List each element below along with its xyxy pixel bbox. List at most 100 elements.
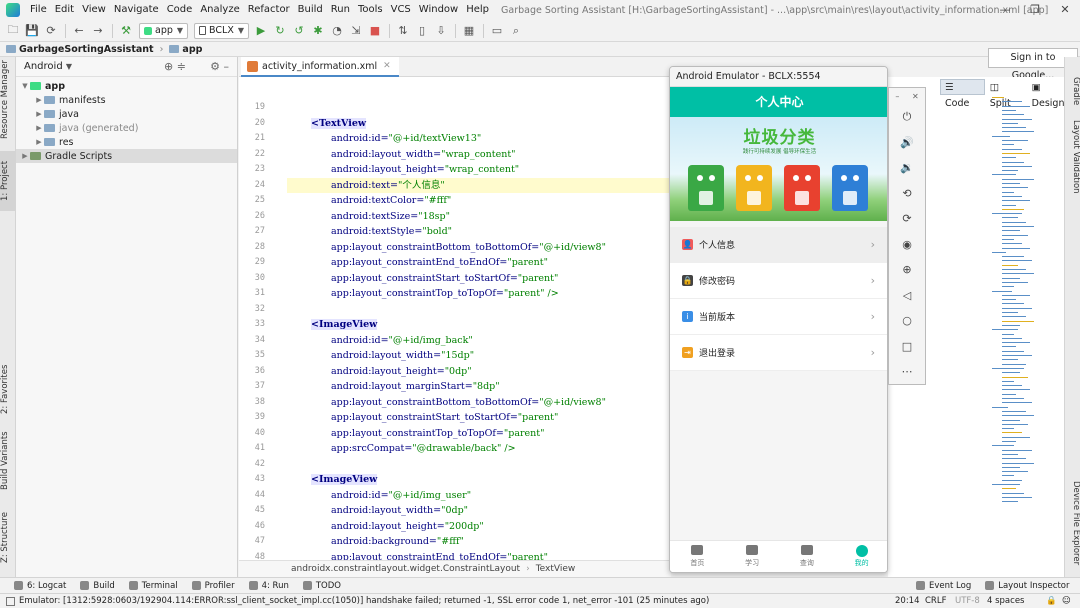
tool--logcat[interactable]: 6: Logcat (14, 581, 66, 591)
nav-search[interactable]: 查询 (780, 541, 835, 572)
code-minimap[interactable] (992, 97, 1040, 517)
code-line[interactable] (287, 302, 671, 317)
code-line[interactable]: app:layout_constraintEnd_toEndOf="parent… (287, 255, 671, 270)
save-all-icon[interactable]: 💾 (23, 22, 41, 40)
tab-favorites[interactable]: 2: Favorites (0, 357, 16, 421)
lock-icon[interactable]: 🔒 (1046, 596, 1057, 606)
sync-icon[interactable]: ⟳ (42, 22, 60, 40)
tab-build-variants[interactable]: Build Variants (0, 431, 16, 491)
nav-learn[interactable]: 学习 (725, 541, 780, 572)
view-mode-split[interactable]: ◫ Split (985, 79, 1027, 109)
home-icon[interactable]: ○ (889, 308, 925, 334)
gear-icon[interactable]: ⚙ – (210, 60, 229, 73)
tab-resource-manager[interactable]: Resource Manager (0, 60, 16, 139)
back-icon[interactable]: ◁ (889, 283, 925, 309)
close-icon[interactable]: ✕ (912, 92, 919, 101)
open-folder-icon[interactable]: 🗀 (4, 22, 22, 40)
tool-profiler[interactable]: Profiler (191, 581, 235, 591)
close-window-icon[interactable]: ✕ (1050, 0, 1080, 20)
tab-structure[interactable]: Z: Structure (0, 509, 16, 567)
file-encoding[interactable]: UTF-8 (955, 596, 980, 606)
code-line[interactable]: android:layout_width="15dp" (287, 348, 671, 363)
chevron-right-icon[interactable]: ▶ (34, 110, 44, 118)
footer-parent-tag[interactable]: androidx.constraintlayout.widget.Constra… (291, 564, 520, 574)
code-line[interactable] (287, 100, 671, 115)
code-line[interactable]: android:id="@+id/img_back" (287, 333, 671, 348)
tool-layout-inspector[interactable]: Layout Inspector (985, 581, 1069, 591)
code-line[interactable]: android:layout_height="0dp" (287, 364, 671, 379)
footer-child-tag[interactable]: TextView (536, 564, 576, 574)
close-icon[interactable]: ✕ (383, 61, 391, 71)
volume-down-icon[interactable]: 🔉 (889, 155, 925, 181)
code-line[interactable]: app:layout_constraintBottom_toBottomOf="… (287, 240, 671, 255)
back-arrow-icon[interactable]: ← (70, 22, 88, 40)
tab-activity-information[interactable]: activity_information.xml ✕ (241, 57, 399, 77)
menu-navigate[interactable]: Navigate (110, 0, 163, 20)
menu-view[interactable]: View (78, 0, 110, 20)
minimize-icon[interactable]: – (895, 92, 899, 101)
code-line[interactable]: android:textStyle="bold" (287, 224, 671, 239)
menu-row-logout[interactable]: ⇥ 退出登录 › (670, 335, 887, 371)
stop-icon[interactable]: ■ (366, 22, 384, 40)
menu-row-user-info[interactable]: 👤 个人信息 › (670, 227, 887, 263)
zoom-icon[interactable]: ⊕ (889, 257, 925, 283)
code-line[interactable]: android:id="@+id/img_user" (287, 488, 671, 503)
menu-code[interactable]: Code (163, 0, 197, 20)
menu-tools[interactable]: Tools (354, 0, 387, 20)
code-line[interactable]: <ImageView (287, 472, 671, 487)
code-line[interactable]: app:layout_constraintEnd_toEndOf="parent… (287, 550, 671, 561)
overview-icon[interactable]: □ (889, 334, 925, 360)
chevron-down-icon[interactable]: ▼ (20, 82, 30, 90)
gradle-sync-icon[interactable]: ⇅ (394, 22, 412, 40)
code-editor[interactable]: 19 20 21 22 23 24 25 26 27 28 29 30 31 32 33 34 35 36 37 38… (239, 77, 671, 560)
menu-vcs[interactable]: VCS (387, 0, 415, 20)
tree-item-gradle-scripts[interactable]: ▶ Gradle Scripts (16, 149, 237, 163)
code-line[interactable]: android:id="@+id/textView13" (287, 131, 671, 146)
tree-item-res[interactable]: ▶ res (16, 135, 237, 149)
tool--run[interactable]: 4: Run (248, 581, 289, 591)
tree-item-java-generated-[interactable]: ▶ java (generated) (16, 121, 237, 135)
tool-event-log[interactable]: Event Log (916, 581, 971, 591)
caret-position[interactable]: 20:14 (895, 596, 920, 606)
code-area[interactable]: <TextView android:id="@+id/textView13" and… (287, 77, 671, 560)
code-line[interactable]: android:background="#fff" (287, 534, 671, 549)
tool-todo[interactable]: TODO (302, 581, 341, 591)
code-line[interactable]: app:layout_constraintStart_toStartOf="pa… (287, 271, 671, 286)
menu-build[interactable]: Build (294, 0, 327, 20)
camera-icon[interactable]: ◉ (889, 232, 925, 258)
nav-mine[interactable]: 我的 (834, 541, 887, 572)
line-separator[interactable]: CRLF (925, 596, 946, 606)
debug-icon[interactable]: ✱ (309, 22, 327, 40)
code-line[interactable]: <ImageView (287, 317, 671, 332)
phone-screen[interactable]: 个人中心 垃圾分类 践行可持续发展 倡导环保生活 👤 个人信息 › 🔒 修改密码 › i 当前… (670, 87, 887, 572)
tab-device-file-explorer[interactable]: Device File Explorer (1065, 481, 1080, 565)
scope-options-icon[interactable]: ⊕ ≑ (164, 60, 186, 73)
code-line[interactable]: app:layout_constraintTop_toTopOf="parent… (287, 426, 671, 441)
tab-layout-validation[interactable]: Layout Validation (1065, 119, 1080, 195)
run-configuration-select[interactable]: app ▼ (139, 22, 189, 39)
code-line[interactable] (287, 457, 671, 472)
search-icon[interactable]: ⌕ (507, 22, 525, 40)
volume-up-icon[interactable]: 🔊 (889, 130, 925, 156)
tool-build[interactable]: Build (80, 581, 115, 591)
notifications-icon[interactable]: ☺ (1062, 596, 1071, 606)
build-hammer-icon[interactable]: ⚒ (117, 22, 135, 40)
chevron-right-icon[interactable]: ▶ (34, 138, 44, 146)
code-line[interactable]: android:layout_width="0dp" (287, 503, 671, 518)
menu-analyze[interactable]: Analyze (196, 0, 243, 20)
rotate-left-icon[interactable]: ⟲ (889, 181, 925, 207)
code-line[interactable]: android:layout_width="wrap_content" (287, 147, 671, 162)
minimize-window-icon[interactable]: — (990, 0, 1020, 20)
breadcrumb-module[interactable]: app (182, 44, 202, 55)
tree-item-app[interactable]: ▼ app (16, 79, 237, 93)
menu-row-current-version[interactable]: i 当前版本 › (670, 299, 887, 335)
project-view-select[interactable]: Android ▼ (24, 61, 72, 72)
nav-home[interactable]: 首页 (670, 541, 725, 572)
attach-debugger-icon[interactable]: ⇲ (347, 22, 365, 40)
avd-manager-icon[interactable]: ▯ (413, 22, 431, 40)
indent-setting[interactable]: 4 spaces (987, 596, 1024, 606)
code-line[interactable]: android:layout_height="200dp" (287, 519, 671, 534)
code-line[interactable]: app:layout_constraintTop_toTopOf="parent… (287, 286, 671, 301)
apply-code-changes-icon[interactable]: ↺ (290, 22, 308, 40)
menu-help[interactable]: Help (462, 0, 493, 20)
